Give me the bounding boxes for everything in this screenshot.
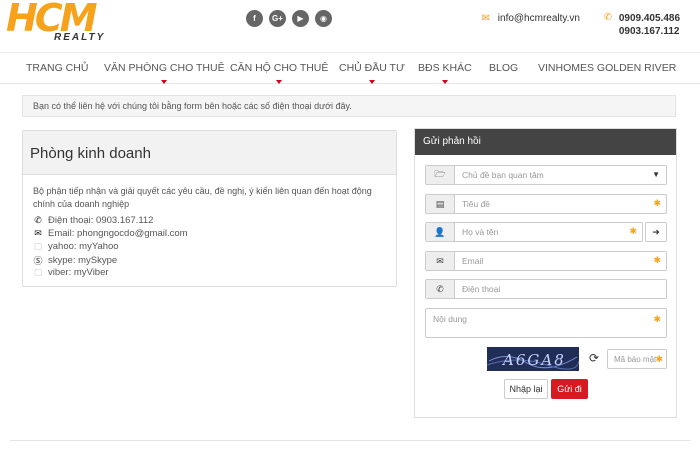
skype-icon: Ⓢ xyxy=(33,256,43,266)
envelope-icon: ✉ xyxy=(481,13,490,24)
nav-label: BĐS KHÁC xyxy=(418,62,472,74)
logo[interactable]: HCM REALTY xyxy=(6,0,124,44)
department-viber: ▢ viber: myViber xyxy=(33,267,109,278)
department-yahoo: ▢ yahoo: myYahoo xyxy=(33,241,119,252)
youtube-icon[interactable]: ▶ xyxy=(292,10,309,27)
required-icon: ✱ xyxy=(655,354,663,364)
envelope-icon: ✉ xyxy=(426,252,455,270)
header-phone-1[interactable]: 0909.405.486 xyxy=(619,12,680,25)
required-icon: ✱ xyxy=(629,226,637,236)
required-icon: ✱ xyxy=(653,255,661,265)
nav-item-other-property[interactable]: BĐS KHÁC xyxy=(418,62,472,84)
department-email: ✉ Email: phongngocdo@gmail.com xyxy=(33,228,188,239)
nav-item-vinhomes-golden-river[interactable]: VINHOMES GOLDEN RIVER xyxy=(538,62,676,74)
department-panel: Phòng kinh doanh Bộ phận tiếp nhận và gi… xyxy=(22,130,397,287)
nav-label: VĂN PHÒNG CHO THUÊ xyxy=(104,62,225,74)
submit-button[interactable]: Gửi đi xyxy=(551,379,588,399)
department-description: Bộ phận tiếp nhận và giải quyết các yêu … xyxy=(33,186,372,209)
nav-item-apartment-rent[interactable]: CĂN HỘ CHO THUÊ xyxy=(230,62,329,84)
captcha-input[interactable]: Mã bảo mật ✱ xyxy=(607,349,667,369)
header-phone-2[interactable]: 0903.167.112 xyxy=(619,25,680,38)
nav-label: BLOG xyxy=(489,62,519,74)
department-title: Phòng kinh doanh xyxy=(23,131,396,175)
logo-sub-text: REALTY xyxy=(54,32,106,43)
folder-open-icon: 🗁 xyxy=(426,166,455,184)
captcha-graphic: A6GA8 xyxy=(487,351,579,370)
department-phone: ✆ Điện thoại: 0903.167.112 xyxy=(33,215,153,226)
rss-icon[interactable]: ◉ xyxy=(315,10,332,27)
content-placeholder: Nội dung xyxy=(433,314,468,324)
caret-down-icon: ▼ xyxy=(652,170,660,179)
content-textarea[interactable]: Nội dung ✱ xyxy=(425,308,667,338)
footer-divider xyxy=(10,440,690,441)
caret-down-icon xyxy=(161,80,168,84)
facebook-icon[interactable]: f xyxy=(246,10,263,27)
nav-label: CHỦ ĐẦU TƯ xyxy=(339,62,405,74)
caret-down-icon xyxy=(441,80,448,84)
site-header: HCM REALTY f G+ ▶ ◉ ✉ info@hcmrealty.vn … xyxy=(0,0,700,50)
google-plus-icon[interactable]: G+ xyxy=(269,10,286,27)
subject-placeholder: Tiêu đề xyxy=(462,199,491,209)
topic-select-value: Chủ đề bạn quan tâm xyxy=(462,170,544,180)
phone-icon: ✆ xyxy=(426,280,455,298)
nav-item-blog[interactable]: BLOG xyxy=(489,62,518,74)
phone-input[interactable]: ✆ Điện thoại xyxy=(425,279,667,299)
envelope-icon: ✉ xyxy=(34,228,42,238)
nav-label: CĂN HỘ CHO THUÊ xyxy=(230,62,329,74)
viber-icon: ▢ xyxy=(33,267,43,277)
phone-icon: ✆ xyxy=(603,12,613,23)
caret-down-icon xyxy=(276,80,283,84)
header-email[interactable]: ✉ info@hcmrealty.vn xyxy=(480,13,580,24)
department-skype: Ⓢ skype: mySkype xyxy=(33,254,117,267)
required-icon: ✱ xyxy=(653,314,661,324)
feedback-form-title: Gửi phản hồi xyxy=(415,129,676,155)
required-icon: ✱ xyxy=(653,198,661,208)
nav-item-home[interactable]: TRANG CHỦ xyxy=(26,62,88,74)
yahoo-icon: ▢ xyxy=(33,241,43,251)
phone-icon: ✆ xyxy=(34,215,42,225)
subject-input[interactable]: ▤ Tiêu đề ✱ xyxy=(425,194,667,214)
captcha-text: A6GA8 xyxy=(501,351,566,369)
email-input[interactable]: ✉ Email ✱ xyxy=(425,251,667,271)
email-placeholder: Email xyxy=(462,256,484,266)
topic-select[interactable]: 🗁 Chủ đề bạn quan tâm ▼ xyxy=(425,165,667,185)
name-input[interactable]: 👤 Họ và tên ✱ xyxy=(425,222,643,242)
name-placeholder: Họ và tên xyxy=(462,227,499,237)
department-email-text[interactable]: Email: phongngocdo@gmail.com xyxy=(48,228,188,239)
nav-item-investor[interactable]: CHỦ ĐẦU TƯ xyxy=(339,62,405,84)
header-phones: ✆ 0909.405.486 0903.167.112 xyxy=(602,12,680,38)
captcha-image: A6GA8 xyxy=(487,347,579,371)
feedback-form-panel: Gửi phản hồi 🗁 Chủ đề bạn quan tâm ▼ ▤ T… xyxy=(414,128,677,418)
nav-label: VINHOMES GOLDEN RIVER xyxy=(538,62,677,74)
social-links: f G+ ▶ ◉ xyxy=(246,10,332,27)
main-nav: TRANG CHỦ VĂN PHÒNG CHO THUÊ CĂN HỘ CHO … xyxy=(0,52,700,84)
login-button[interactable]: ➜ xyxy=(645,222,667,242)
sign-in-icon: ➜ xyxy=(652,226,660,237)
department-viber-text: viber: myViber xyxy=(48,267,109,278)
header-email-text: info@hcmrealty.vn xyxy=(497,13,580,24)
department-yahoo-text: yahoo: myYahoo xyxy=(48,241,119,252)
user-icon: 👤 xyxy=(426,223,455,241)
department-phone-text: Điện thoại: 0903.167.112 xyxy=(48,215,154,226)
caret-down-icon xyxy=(368,80,375,84)
phone-placeholder: Điện thoại xyxy=(462,284,501,294)
reset-button[interactable]: Nhập lại xyxy=(504,379,548,399)
contact-notice: Bạn có thể liên hệ với chúng tôi bằng fo… xyxy=(22,95,676,117)
refresh-captcha-icon[interactable]: ⟳ xyxy=(589,351,599,365)
department-skype-text: skype: mySkype xyxy=(48,255,118,266)
captcha-placeholder: Mã bảo mật xyxy=(614,355,657,364)
file-icon: ▤ xyxy=(426,195,455,213)
nav-item-office-rent[interactable]: VĂN PHÒNG CHO THUÊ xyxy=(104,62,225,84)
nav-label: TRANG CHỦ xyxy=(26,62,89,74)
